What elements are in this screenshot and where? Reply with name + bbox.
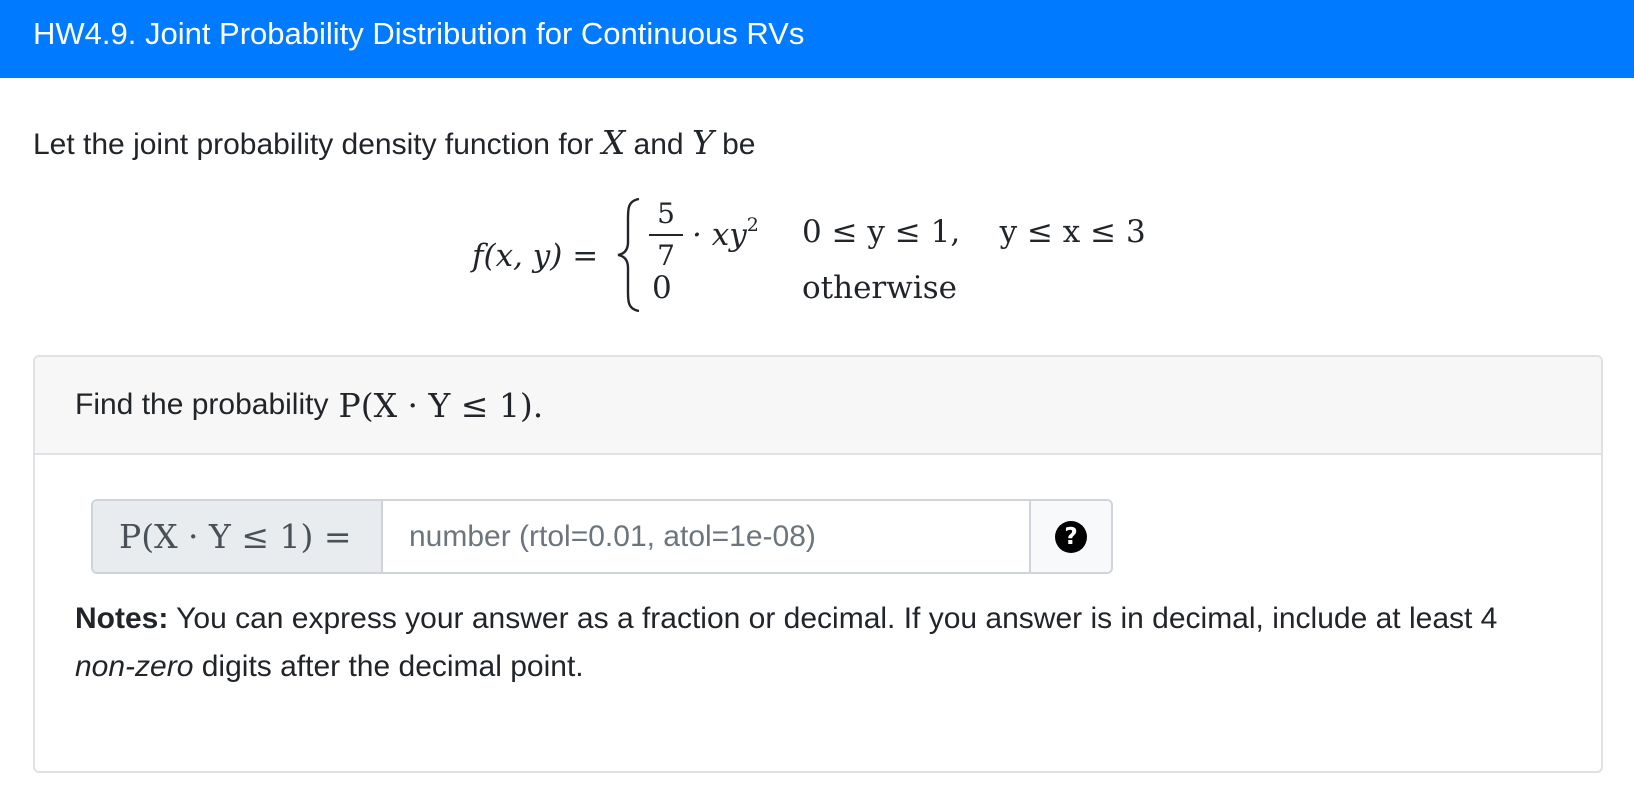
case1-expr-text: · xy: [692, 217, 747, 253]
question-card: Find the probability P(X · Y ≤ 1). P(X ·…: [33, 355, 1603, 773]
answer-input-group: P(X · Y ≤ 1) = ?: [91, 499, 1113, 574]
page-title: HW4.9. Joint Probability Distribution fo…: [33, 16, 805, 51]
left-brace-icon: [617, 197, 640, 313]
case1-expression: · xy2: [692, 214, 759, 253]
question-prompt: Find the probability: [75, 388, 329, 421]
pdf-equation: f(x, y) = 5 7 · xy2 0 ≤ y ≤ 1, y ≤ x ≤ 3…: [472, 196, 1192, 326]
fraction-numerator: 5: [657, 197, 675, 230]
help-button[interactable]: ?: [1029, 501, 1111, 572]
question-circle-icon[interactable]: ?: [1055, 520, 1087, 553]
fraction-denominator: 7: [657, 239, 675, 272]
notes-text-part1: You can express your answer as a fractio…: [168, 602, 1498, 635]
intro-suffix: be: [722, 128, 756, 161]
fraction: 5 7: [649, 198, 683, 272]
variable-x: X: [601, 123, 626, 162]
case2-value: 0: [652, 270, 672, 306]
case1-condition: 0 ≤ y ≤ 1, y ≤ x ≤ 3: [802, 214, 1146, 250]
question-expression: P(X · Y ≤ 1).: [338, 385, 544, 425]
equation-args: (x, y) =: [483, 238, 599, 274]
intro-prefix: Let the joint probability density functi…: [33, 128, 594, 161]
notes-text-part2: digits after the decimal point.: [193, 650, 584, 683]
notes-label: Notes:: [75, 602, 169, 635]
page-header: HW4.9. Joint Probability Distribution fo…: [0, 0, 1634, 78]
variable-y: Y: [691, 123, 714, 162]
fraction-bar: [649, 234, 683, 236]
answer-label: P(X · Y ≤ 1) =: [93, 501, 383, 572]
answer-input[interactable]: [383, 501, 1029, 572]
equation-lhs: f(x, y) =: [472, 238, 598, 274]
intro-text: Let the joint probability density functi…: [33, 123, 755, 165]
equation-func: f: [472, 238, 484, 274]
case2-condition: otherwise: [802, 270, 957, 306]
notes-text: Notes: You can express your answer as a …: [75, 595, 1555, 691]
question-header: Find the probability P(X · Y ≤ 1).: [35, 357, 1601, 455]
notes-emphasis: non-zero: [75, 650, 194, 683]
intro-conj: and: [633, 128, 684, 161]
case1-exponent: 2: [746, 214, 759, 236]
